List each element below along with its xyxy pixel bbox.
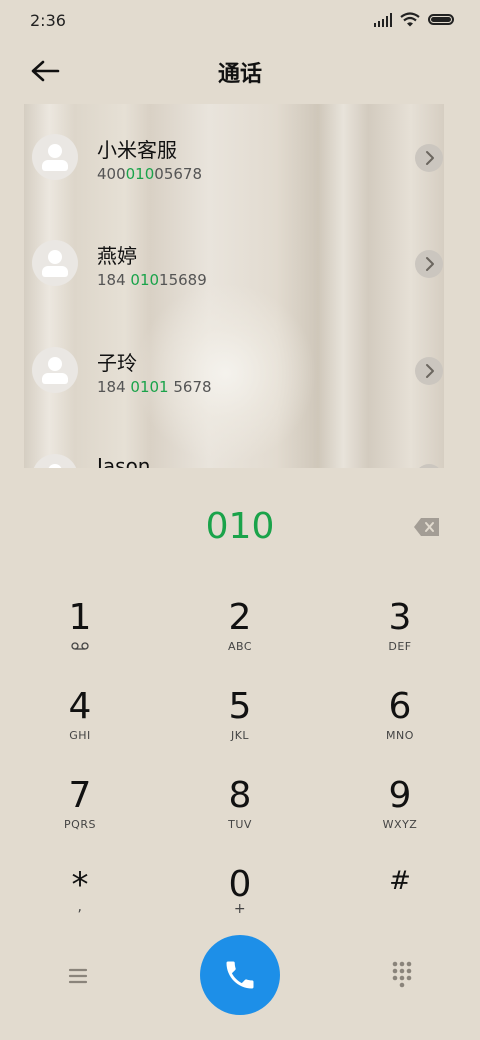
- key-digit: 1: [68, 597, 92, 638]
- contact-match-list[interactable]: 小米客服 40001005678 燕婷 184 01015689 子玲 184 …: [24, 104, 444, 468]
- call-button[interactable]: [200, 935, 280, 1015]
- key-hash[interactable]: #: [340, 865, 460, 945]
- avatar: [32, 240, 78, 286]
- key-6[interactable]: 6 MNO: [340, 687, 460, 767]
- contact-row[interactable]: 小米客服 40001005678: [24, 104, 444, 210]
- contact-detail-button[interactable]: [415, 357, 443, 385]
- key-8[interactable]: 8 TUV: [180, 776, 300, 856]
- key-2[interactable]: 2 ABC: [180, 598, 300, 678]
- key-letters: +: [233, 901, 247, 917]
- contact-name: 子玲: [97, 351, 137, 375]
- key-letters: ABC: [227, 640, 253, 653]
- chevron-right-icon: [426, 151, 434, 165]
- key-digit: #: [389, 866, 411, 896]
- signal-icon: [373, 12, 392, 27]
- contact-detail-button[interactable]: [415, 250, 443, 278]
- status-icons: [373, 12, 454, 27]
- key-letters: TUV: [228, 818, 252, 831]
- key-digit: 0: [228, 864, 252, 905]
- key-letters: WXYZ: [382, 818, 418, 831]
- contact-detail-button[interactable]: [415, 144, 443, 172]
- contact-row[interactable]: Jason: [24, 424, 444, 468]
- chevron-right-icon: [426, 257, 434, 271]
- key-0[interactable]: 0 +: [180, 865, 300, 945]
- contact-number: 40001005678: [97, 165, 202, 183]
- key-3[interactable]: 3 DEF: [340, 598, 460, 678]
- wifi-icon: [400, 12, 420, 27]
- key-5[interactable]: 5 JKL: [180, 687, 300, 767]
- contact-name: Jason: [97, 454, 151, 468]
- contact-number: 184 01015689: [97, 271, 207, 289]
- backspace-icon[interactable]: [413, 516, 441, 538]
- key-digit: 7: [68, 775, 92, 816]
- key-letters: ,: [77, 899, 83, 915]
- contact-detail-button[interactable]: [415, 464, 443, 468]
- menu-icon[interactable]: [62, 962, 94, 990]
- dialed-number: 010: [205, 506, 275, 547]
- key-digit: 6: [388, 686, 412, 727]
- contact-name: 燕婷: [97, 244, 137, 268]
- contact-row[interactable]: 燕婷 184 01015689: [24, 210, 444, 316]
- battery-icon: [428, 14, 454, 25]
- key-digit: 3: [388, 597, 412, 638]
- key-digit: 8: [228, 775, 252, 816]
- key-letters: MNO: [386, 729, 414, 742]
- key-digit: 9: [388, 775, 412, 816]
- key-4[interactable]: 4 GHI: [20, 687, 140, 767]
- avatar: [32, 454, 78, 468]
- contact-row[interactable]: 子玲 184 0101 5678: [24, 317, 444, 423]
- key-letters: JKL: [230, 729, 250, 742]
- key-letters: PQRS: [64, 818, 96, 831]
- key-letters: GHI: [69, 729, 91, 742]
- key-9[interactable]: 9 WXYZ: [340, 776, 460, 856]
- key-7[interactable]: 7 PQRS: [20, 776, 140, 856]
- key-digit: 2: [228, 597, 252, 638]
- contact-number: 184 0101 5678: [97, 378, 212, 396]
- key-1[interactable]: 1: [20, 598, 140, 678]
- header: 通话: [0, 48, 480, 92]
- key-letters: DEF: [388, 640, 412, 653]
- voicemail-icon: [71, 642, 89, 650]
- phone-icon: [226, 961, 254, 989]
- contact-name: 小米客服: [97, 138, 177, 162]
- chevron-right-icon: [426, 364, 434, 378]
- status-bar: 2:36: [0, 0, 480, 40]
- avatar: [32, 134, 78, 180]
- key-star[interactable]: * ,: [20, 865, 140, 945]
- key-digit: 5: [228, 686, 252, 727]
- status-time: 2:36: [30, 11, 66, 30]
- key-digit: 4: [68, 686, 92, 727]
- dialpad-icon[interactable]: [384, 956, 420, 992]
- avatar: [32, 347, 78, 393]
- page-title: 通话: [217, 62, 262, 87]
